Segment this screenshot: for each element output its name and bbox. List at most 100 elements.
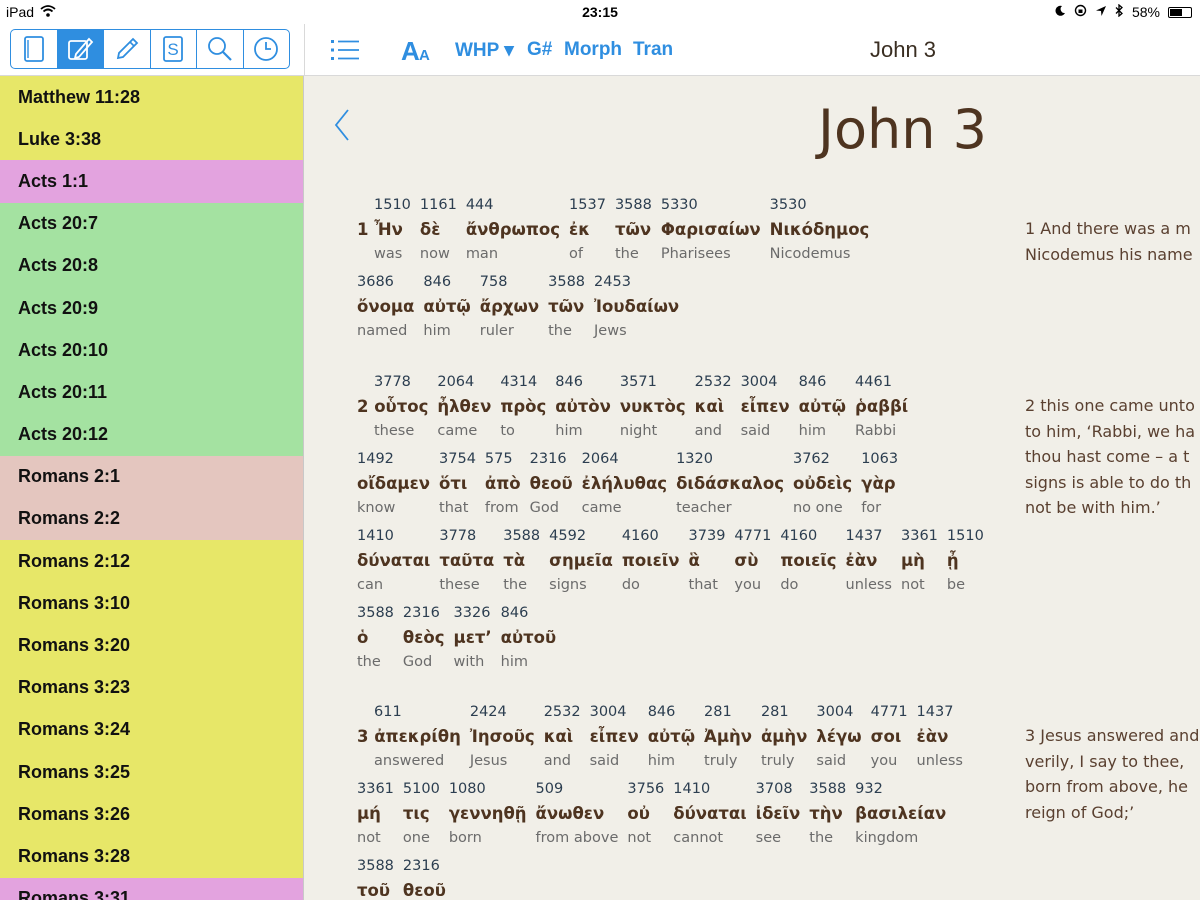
interlinear-word[interactable]: 2532 καὶ and (544, 698, 581, 775)
strongs-number[interactable]: 846 (423, 268, 470, 294)
highlight-tab-button[interactable] (104, 30, 151, 68)
greek-word[interactable]: ἄνθρωπος (466, 217, 560, 243)
strongs-number[interactable]: 1410 (357, 522, 430, 548)
interlinear-word[interactable]: 1437 ἐὰν unless (917, 698, 963, 775)
greek-word[interactable]: ἃ (689, 548, 726, 574)
greek-word[interactable]: διδάσκαλος (676, 471, 784, 497)
greek-word[interactable]: σοι (871, 724, 908, 750)
interlinear-word[interactable]: 3739 ἃ that (689, 522, 726, 599)
version-dropdown[interactable]: WHP ▾ (455, 24, 514, 76)
greek-word[interactable]: οὐδεὶς (793, 471, 852, 497)
interlinear-word[interactable]: 3588 τοῦ (357, 852, 394, 900)
strongs-number[interactable]: 3588 (809, 775, 846, 801)
interlinear-word[interactable]: 1161 δὲ now (420, 191, 457, 268)
strongs-number[interactable]: 1437 (846, 522, 892, 548)
strongs-number[interactable]: 509 (536, 775, 619, 801)
greek-word[interactable]: 2 οὗτος (357, 394, 428, 420)
greek-word[interactable]: ῥαββί (855, 394, 908, 420)
bookmark-item[interactable]: Acts 20:11 (0, 371, 303, 414)
interlinear-word[interactable]: 3708 ἰδεῖν see (756, 775, 801, 852)
strongs-number[interactable]: 2064 (437, 368, 491, 394)
strongs-number[interactable]: 3588 (548, 268, 585, 294)
history-tab-button[interactable] (244, 30, 290, 68)
greek-word[interactable]: θεοῦ (530, 471, 573, 497)
interlinear-word[interactable]: 846 αὐτῷ him (423, 268, 470, 345)
greek-word[interactable]: σημεῖα (549, 548, 613, 574)
greek-word[interactable]: 1 Ἦν (357, 217, 411, 243)
strongs-tab-button[interactable]: S (151, 30, 197, 68)
strongs-number[interactable]: 846 (648, 698, 695, 724)
greek-word[interactable]: ἐὰν (917, 724, 963, 750)
interlinear-word[interactable]: 1320 διδάσκαλος teacher (676, 445, 784, 522)
strongs-number[interactable]: 3708 (756, 775, 801, 801)
greek-word[interactable]: τὰ (503, 548, 540, 574)
strongs-number[interactable]: 2064 (582, 445, 667, 471)
interlinear-word[interactable]: 5330 Φαρισαίων Pharisees (661, 191, 761, 268)
strongs-number[interactable]: 3778 (357, 368, 428, 394)
greek-word[interactable]: 3 ἀπεκρίθη (357, 724, 461, 750)
strongs-number[interactable]: 1437 (917, 698, 963, 724)
bookmark-item[interactable]: Romans 3:10 (0, 582, 303, 625)
strongs-number[interactable]: 3004 (590, 698, 639, 724)
greek-word[interactable]: γὰρ (861, 471, 898, 497)
strongs-number[interactable]: 846 (555, 368, 611, 394)
greek-word[interactable]: τῶν (615, 217, 652, 243)
greek-word[interactable]: λέγω (816, 724, 861, 750)
greek-word[interactable]: τὴν (809, 801, 846, 827)
strongs-number[interactable]: 3739 (689, 522, 726, 548)
interlinear-word[interactable]: 758 ἄρχων ruler (480, 268, 539, 345)
strongs-number[interactable]: 1492 (357, 445, 430, 471)
greek-word[interactable]: ταῦτα (439, 548, 494, 574)
interlinear-word[interactable]: 444 ἄνθρωπος man (466, 191, 560, 268)
greek-word[interactable]: Ἀμὴν (704, 724, 752, 750)
greek-word[interactable]: Φαρισαίων (661, 217, 761, 243)
notes-tab-button[interactable] (57, 30, 104, 68)
strongs-number[interactable]: 2316 (403, 852, 446, 878)
strongs-number[interactable]: 1320 (676, 445, 784, 471)
greek-word[interactable]: ποιεῖς (780, 548, 836, 574)
interlinear-word[interactable]: 3004 λέγω said (816, 698, 861, 775)
interlinear-word[interactable]: 1410 δύναται can (357, 522, 430, 599)
bookmark-item[interactable]: Romans 3:26 (0, 793, 303, 836)
strongs-number[interactable]: 3361 (357, 775, 394, 801)
interlinear-word[interactable]: 4314 πρὸς to (500, 368, 546, 445)
interlinear-word[interactable]: 3778 2 οὗτος these (357, 368, 428, 445)
strongs-number[interactable]: 846 (799, 368, 846, 394)
interlinear-word[interactable]: 3778 ταῦτα these (439, 522, 494, 599)
strongs-number[interactable]: 1161 (420, 191, 457, 217)
interlinear-word[interactable]: 3588 τῶν the (548, 268, 585, 345)
greek-word[interactable]: ἐλήλυθας (582, 471, 667, 497)
bookmark-item[interactable]: Romans 3:24 (0, 708, 303, 751)
search-tab-button[interactable] (197, 30, 244, 68)
greek-word[interactable]: τις (403, 801, 440, 827)
strongs-number[interactable]: 3762 (793, 445, 852, 471)
greek-word[interactable]: μετ’ (454, 625, 492, 651)
strongs-number[interactable]: 4314 (500, 368, 546, 394)
bookmark-item[interactable]: Matthew 11:28 (0, 76, 303, 119)
interlinear-word[interactable]: 3571 νυκτὸς night (620, 368, 686, 445)
interlinear-word[interactable]: 3004 εἶπεν said (590, 698, 639, 775)
interlinear-word[interactable]: 4160 ποιεῖν do (622, 522, 680, 599)
strongs-number[interactable]: 3588 (357, 599, 394, 625)
greek-word[interactable]: Νικόδημος (770, 217, 870, 243)
interlinear-word[interactable]: 1437 ἐὰν unless (846, 522, 892, 599)
greek-word[interactable]: ἄρχων (480, 294, 539, 320)
greek-word[interactable]: ἰδεῖν (756, 801, 801, 827)
interlinear-word[interactable]: 5100 τις one (403, 775, 440, 852)
greek-word[interactable]: θεοῦ (403, 878, 446, 900)
strongs-number[interactable]: 3754 (439, 445, 476, 471)
interlinear-word[interactable]: 2064 ἦλθεν came (437, 368, 491, 445)
bookmark-item[interactable]: Romans 3:28 (0, 835, 303, 878)
greek-word[interactable]: καὶ (695, 394, 732, 420)
interlinear-word[interactable]: 2316 θεοῦ (403, 852, 446, 900)
translation-toggle[interactable]: Tran (633, 24, 673, 76)
bookmark-item[interactable]: Romans 3:31 (0, 877, 303, 900)
interlinear-word[interactable]: 3588 ὁ the (357, 599, 394, 676)
greek-word[interactable]: γεννηθῇ (449, 801, 527, 827)
greek-word[interactable]: νυκτὸς (620, 394, 686, 420)
interlinear-word[interactable]: 2532 καὶ and (695, 368, 732, 445)
strongs-number[interactable]: 611 (357, 698, 461, 724)
strongs-number[interactable]: 2316 (403, 599, 445, 625)
strongs-number[interactable]: 1410 (673, 775, 746, 801)
bookmark-item[interactable]: Acts 20:10 (0, 329, 303, 372)
